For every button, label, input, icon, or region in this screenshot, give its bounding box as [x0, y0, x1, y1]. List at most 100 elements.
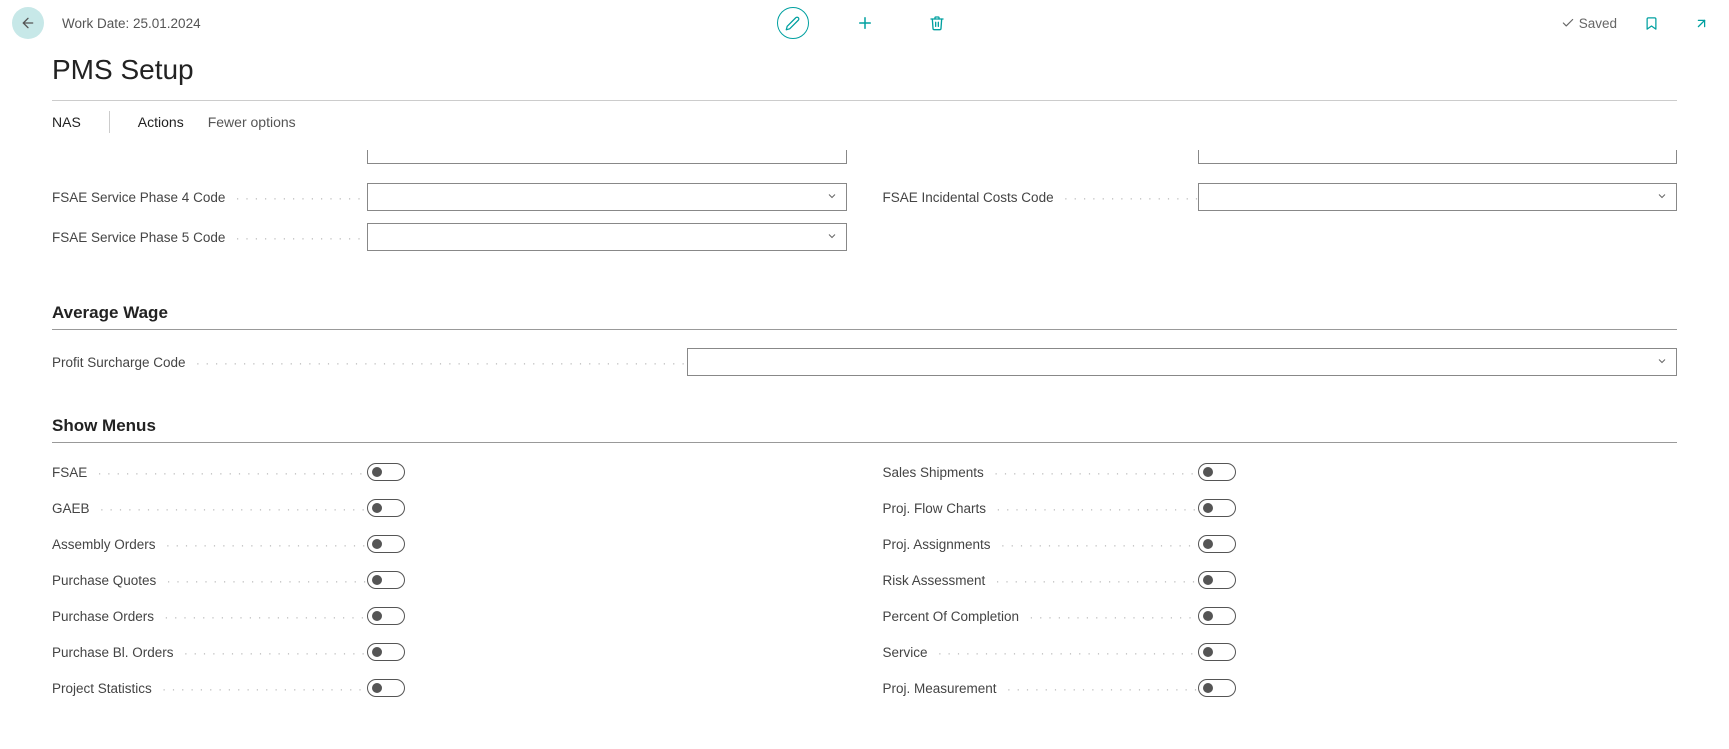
top-right-actions: Saved [1561, 7, 1717, 39]
fsae-phase5-label: FSAE Service Phase 5 Code [52, 230, 367, 245]
cutoff-combo-right[interactable] [1198, 150, 1678, 164]
check-icon [1561, 16, 1575, 30]
toggle-row: Purchase Orders [52, 605, 847, 627]
plus-icon [856, 14, 874, 32]
toggle-row: Proj. Flow Charts [883, 497, 1678, 519]
toggle-label: Risk Assessment [883, 573, 1198, 588]
back-button[interactable] [12, 7, 44, 39]
bookmark-button[interactable] [1635, 7, 1667, 39]
section-show-menus: Show Menus [52, 416, 1677, 436]
toggle-switch[interactable] [1198, 679, 1236, 697]
toggle-row: Proj. Measurement [883, 677, 1678, 699]
chevron-down-icon [826, 230, 838, 242]
toggle-knob [1203, 683, 1213, 693]
fsae-incidental-combo[interactable] [1198, 183, 1678, 211]
fsae-incidental-row: FSAE Incidental Costs Code [883, 183, 1678, 211]
menu-nas[interactable]: NAS [52, 114, 81, 130]
toggle-row: Purchase Quotes [52, 569, 847, 591]
toggle-switch[interactable] [1198, 463, 1236, 481]
toggle-switch[interactable] [367, 679, 405, 697]
fsae-phase4-combo[interactable] [367, 183, 847, 211]
bookmark-icon [1644, 16, 1659, 31]
toggle-label: Purchase Bl. Orders [52, 645, 367, 660]
toggle-knob [1203, 611, 1213, 621]
section-underline-avg [52, 329, 1677, 330]
fsae-phase5-row: FSAE Service Phase 5 Code [52, 223, 847, 251]
cutoff-row-right: . [883, 143, 1678, 171]
toggle-knob [1203, 575, 1213, 585]
fsae-phase5-combo[interactable] [367, 223, 847, 251]
toggle-knob [372, 539, 382, 549]
toggle-switch[interactable] [367, 571, 405, 589]
toggle-knob [1203, 503, 1213, 513]
cutoff-combo-left[interactable] [367, 150, 847, 164]
top-center-actions [777, 7, 953, 39]
work-date-label: Work Date: 25.01.2024 [62, 16, 201, 31]
chevron-down-icon [826, 190, 838, 202]
toggle-switch[interactable] [1198, 535, 1236, 553]
fsae-incidental-label: FSAE Incidental Costs Code [883, 190, 1198, 205]
fsae-phase4-label: FSAE Service Phase 4 Code [52, 190, 367, 205]
toggle-row: Proj. Assignments [883, 533, 1678, 555]
toggle-label: Purchase Orders [52, 609, 367, 624]
toggle-switch[interactable] [1198, 571, 1236, 589]
page-title: PMS Setup [0, 46, 1729, 100]
toggle-knob [372, 611, 382, 621]
top-bar: Work Date: 25.01.2024 Saved [0, 0, 1729, 46]
toggle-row: Service [883, 641, 1678, 663]
toggle-switch[interactable] [367, 535, 405, 553]
toggle-label: FSAE [52, 465, 367, 480]
toggle-switch[interactable] [367, 607, 405, 625]
toggle-switch[interactable] [367, 463, 405, 481]
toggle-row: Assembly Orders [52, 533, 847, 555]
action-bar: NAS Actions Fewer options [0, 101, 1729, 143]
toggle-switch[interactable] [1198, 499, 1236, 517]
delete-button[interactable] [921, 7, 953, 39]
saved-label: Saved [1579, 16, 1617, 31]
toggle-knob [1203, 467, 1213, 477]
popout-button[interactable] [1685, 7, 1717, 39]
toggle-knob [372, 575, 382, 585]
popout-icon [1694, 16, 1709, 31]
toggle-label: Proj. Measurement [883, 681, 1198, 696]
menu-actions[interactable]: Actions [138, 114, 184, 130]
new-button[interactable] [849, 7, 881, 39]
toggle-knob [1203, 539, 1213, 549]
saved-indicator: Saved [1561, 16, 1617, 31]
toggle-knob [372, 683, 382, 693]
toggle-row: Sales Shipments [883, 461, 1678, 483]
show-menus-grid: FSAE GAEB Assembly Orders Purchase Quotes Pu… [52, 461, 1677, 713]
fsae-codes-grid: . FSAE Service Phase 4 Code FSAE Service… [52, 143, 1677, 263]
trash-icon [929, 15, 945, 31]
toggle-label: GAEB [52, 501, 367, 516]
arrow-left-icon [20, 15, 36, 31]
toggle-row: Risk Assessment [883, 569, 1678, 591]
toggle-row: Percent Of Completion [883, 605, 1678, 627]
toggle-label: Purchase Quotes [52, 573, 367, 588]
toggle-switch[interactable] [1198, 643, 1236, 661]
toggle-label: Service [883, 645, 1198, 660]
toggle-row: GAEB [52, 497, 847, 519]
menu-fewer-options[interactable]: Fewer options [208, 114, 296, 130]
toggle-switch[interactable] [367, 499, 405, 517]
chevron-down-icon [1656, 355, 1668, 367]
toggle-knob [1203, 647, 1213, 657]
toggle-switch[interactable] [367, 643, 405, 661]
toggle-switch[interactable] [1198, 607, 1236, 625]
toggle-label: Sales Shipments [883, 465, 1198, 480]
toggle-row: Project Statistics [52, 677, 847, 699]
fsae-phase4-row: FSAE Service Phase 4 Code [52, 183, 847, 211]
edit-button[interactable] [777, 7, 809, 39]
cutoff-row-left: . [52, 143, 847, 171]
profit-surcharge-combo[interactable] [687, 348, 1677, 376]
toggle-row: FSAE [52, 461, 847, 483]
toggle-label: Percent Of Completion [883, 609, 1198, 624]
pencil-icon [785, 16, 800, 31]
content-area: . FSAE Service Phase 4 Code FSAE Service… [0, 143, 1729, 743]
toggle-knob [372, 647, 382, 657]
profit-surcharge-label: Profit Surcharge Code [52, 355, 687, 370]
toggle-knob [372, 503, 382, 513]
section-average-wage: Average Wage [52, 303, 1677, 323]
toggle-label: Proj. Assignments [883, 537, 1198, 552]
toggle-knob [372, 467, 382, 477]
